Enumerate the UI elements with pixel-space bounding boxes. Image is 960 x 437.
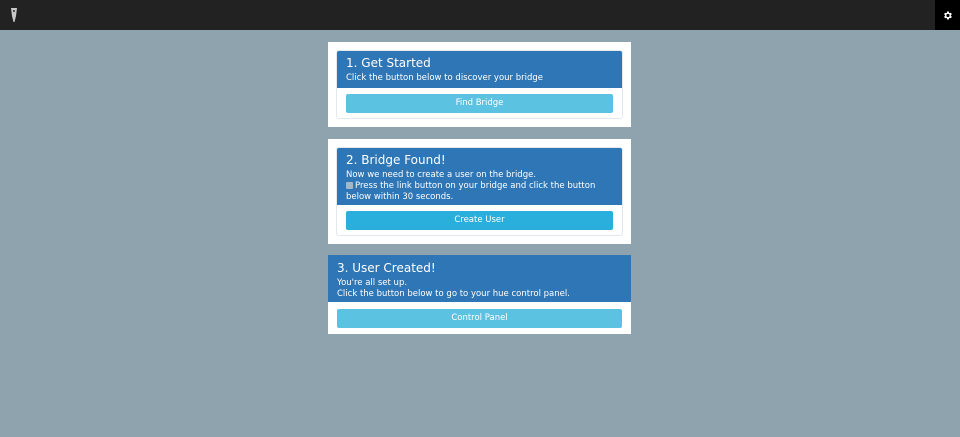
control-panel-button[interactable]: Control Panel — [337, 309, 622, 328]
step-panel: 1. Get Started Click the button below to… — [336, 50, 623, 119]
step-title: 2. Bridge Found! — [346, 153, 446, 167]
find-bridge-button[interactable]: Find Bridge — [346, 94, 613, 113]
step-description: Click the button below to discover your … — [346, 73, 544, 83]
remote-icon — [9, 7, 19, 23]
step-description-text: Press the link button on your bridge and… — [355, 181, 596, 191]
gear-icon — [942, 6, 953, 25]
link-button-icon — [346, 182, 353, 189]
step-header: 2. Bridge Found! Now we need to create a… — [337, 148, 622, 205]
step-description-line: Press the link button on your bridge and… — [346, 181, 613, 192]
create-user-button[interactable]: Create User — [346, 211, 613, 230]
step-title: 3. User Created! — [337, 261, 436, 275]
step-card-bridge-found: 2. Bridge Found! Now we need to create a… — [328, 139, 631, 244]
step-description-line: below within 30 seconds. — [346, 192, 454, 202]
step-header: 3. User Created! You're all set up. Clic… — [328, 255, 631, 302]
step-description-line: You're all set up. — [337, 278, 408, 288]
settings-button[interactable] — [935, 0, 960, 30]
step-panel: 2. Bridge Found! Now we need to create a… — [336, 147, 623, 236]
step-header: 1. Get Started Click the button below to… — [337, 51, 622, 88]
step-card-get-started: 1. Get Started Click the button below to… — [328, 42, 631, 127]
step-description-line: Click the button below to go to your hue… — [337, 289, 570, 299]
step-title: 1. Get Started — [346, 56, 431, 70]
top-bar — [0, 0, 960, 30]
step-description-line: Now we need to create a user on the brid… — [346, 170, 537, 180]
step-card-user-created: 3. User Created! You're all set up. Clic… — [328, 255, 631, 334]
